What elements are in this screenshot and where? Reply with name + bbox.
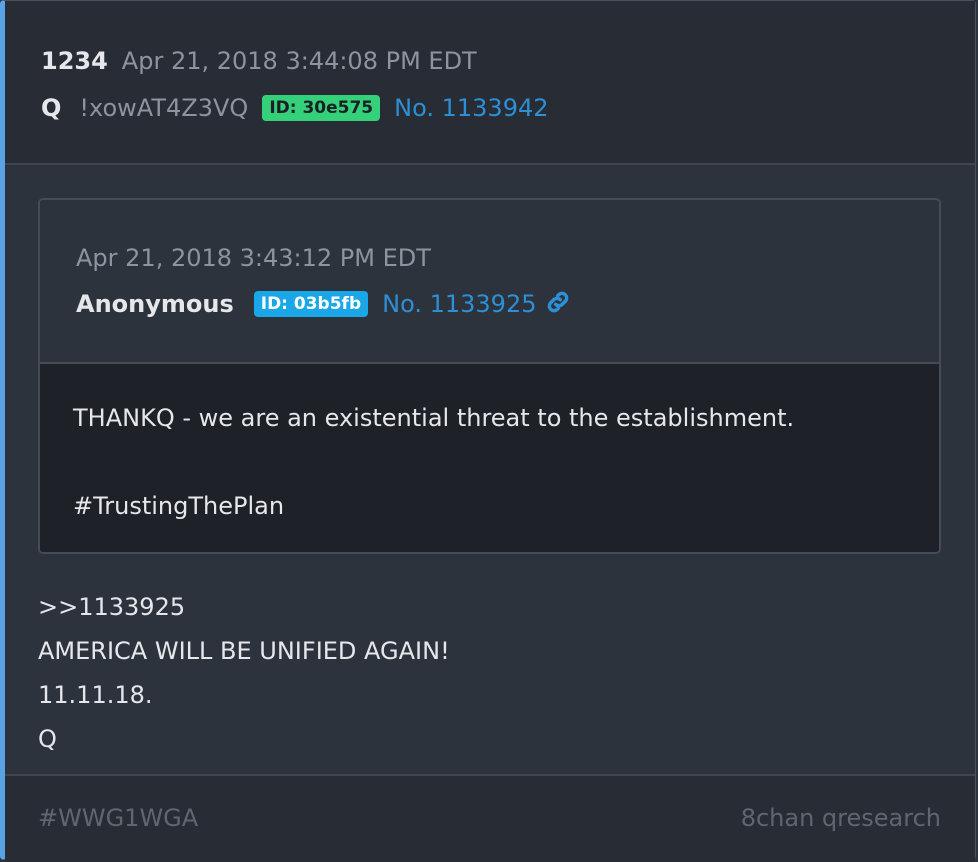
quoted-body-line: THANKQ - we are an existential threat to… bbox=[73, 404, 795, 432]
author-name: Q bbox=[41, 94, 62, 122]
quoted-body-hashtag: #TrustingThePlan bbox=[73, 492, 285, 520]
message-line: 11.11.18. bbox=[38, 681, 153, 709]
tripcode: !xowAT4Z3VQ bbox=[79, 94, 249, 122]
reply-reference[interactable]: >>1133925 bbox=[38, 589, 450, 633]
link-icon[interactable] bbox=[544, 288, 572, 320]
message-signature: Q bbox=[38, 725, 57, 753]
quoted-post: Apr 21, 2018 3:43:12 PM EDT Anonymous ID… bbox=[38, 198, 941, 554]
post-number-link[interactable]: No. 1133942 bbox=[394, 94, 548, 122]
q-post-card: 1234 Apr 21, 2018 3:44:08 PM EDT Q !xowA… bbox=[0, 0, 976, 862]
message-line: AMERICA WILL BE UNIFIED AGAIN! bbox=[38, 637, 450, 665]
quoted-timestamp: Apr 21, 2018 3:43:12 PM EDT bbox=[76, 244, 431, 272]
quoted-post-number-link[interactable]: No. 1133925 bbox=[382, 290, 536, 318]
id-badge: ID: 30e575 bbox=[262, 95, 381, 121]
quoted-id-badge: ID: 03b5fb bbox=[253, 291, 369, 317]
post-author-row: Q !xowAT4Z3VQ ID: 30e575 No. 1133942 bbox=[41, 90, 549, 126]
post-timestamp: Apr 21, 2018 3:44:08 PM EDT bbox=[121, 47, 477, 75]
post-footer: #WWG1WGA 8chan qresearch bbox=[5, 774, 975, 862]
post-message: >>1133925 AMERICA WILL BE UNIFIED AGAIN!… bbox=[38, 589, 450, 765]
quoted-author-name: Anonymous bbox=[76, 290, 234, 318]
quoted-author-row: Anonymous ID: 03b5fb No. 1133925 bbox=[76, 286, 572, 322]
post-meta-row: 1234 Apr 21, 2018 3:44:08 PM EDT bbox=[41, 47, 477, 81]
footer-source: 8chan qresearch bbox=[740, 804, 941, 832]
drop-number: 1234 bbox=[41, 47, 108, 75]
post-header: 1234 Apr 21, 2018 3:44:08 PM EDT Q !xowA… bbox=[5, 1, 975, 165]
quoted-post-body: THANKQ - we are an existential threat to… bbox=[40, 364, 939, 552]
quoted-post-header: Apr 21, 2018 3:43:12 PM EDT Anonymous ID… bbox=[40, 200, 939, 364]
footer-hashtag: #WWG1WGA bbox=[38, 804, 199, 832]
